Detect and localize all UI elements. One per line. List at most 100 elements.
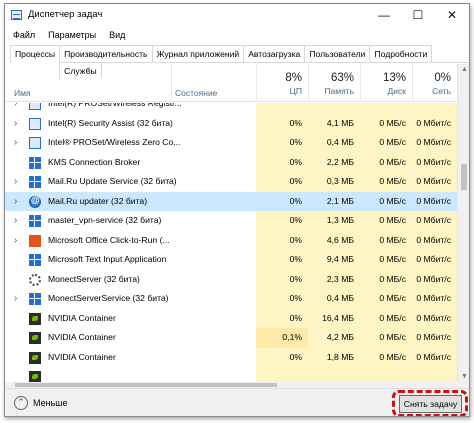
process-network: 0 Мбит/с — [412, 191, 457, 211]
column-network[interactable]: 0% Сеть — [412, 64, 457, 102]
process-row[interactable]: NVIDIA Container 0,1% 4,2 МБ 0 МБ/с 0 Мбит/с — [5, 328, 457, 348]
collapse-icon[interactable]: ⌃ — [14, 396, 28, 410]
expand-chevron-icon[interactable]: › — [14, 192, 17, 212]
process-name: Intel(R) Security Assist (32 бита) — [48, 117, 173, 128]
tab-app-history[interactable]: Журнал приложений — [151, 45, 245, 62]
process-memory: 1,3 МБ — [308, 211, 360, 231]
process-row[interactable]: NVIDIA Container 0% 16,4 МБ 0 МБ/с 0 Мбит/с — [5, 308, 457, 328]
process-disk: 0 МБ/с — [360, 133, 412, 153]
task-manager-window: Диспетчер задач — ☐ ✕ Файл Параметры Вид… — [4, 3, 470, 417]
process-network: 0 Мбит/с — [412, 113, 457, 133]
column-name[interactable]: Имя — [14, 88, 31, 98]
task-manager-icon — [11, 10, 22, 20]
process-row[interactable]: › MonectServerService (32 бита) 0% 0,4 МБ 0 … — [5, 289, 457, 309]
hscroll-thumb[interactable] — [15, 383, 277, 387]
process-disk: 0 МБ/с — [360, 328, 412, 348]
sort-up-icon: ⌃ — [85, 69, 93, 79]
minimize-button[interactable]: — — [367, 4, 401, 26]
process-row[interactable]: › master_vpn-service (32 бита) 0% 1,3 МБ 0 М… — [5, 211, 457, 231]
process-name: KMS Connection Broker — [48, 156, 141, 167]
footer-bar: ⌃ Меньше Снять задачу — [5, 388, 469, 416]
process-network — [412, 367, 457, 382]
expand-chevron-icon[interactable]: › — [14, 211, 17, 231]
column-cpu[interactable]: 8% ЦП — [256, 64, 308, 102]
process-network: 0 Мбит/с — [412, 308, 457, 328]
process-disk: 0 МБ/с — [360, 230, 412, 250]
process-row[interactable]: › Intel® PROSet/Wireless Zero Co... 0% 0,4 … — [5, 133, 457, 153]
process-network — [412, 103, 457, 114]
process-name: NVIDIA Container — [48, 312, 116, 323]
process-disk: 0 МБ/с — [360, 308, 412, 328]
vertical-scrollbar[interactable]: ▲ ▼ — [457, 64, 469, 382]
process-network: 0 Мбит/с — [412, 152, 457, 172]
process-cpu: 0% — [256, 230, 308, 250]
process-row[interactable]: Microsoft Text Input Application 0% 9,4 МБ… — [5, 250, 457, 270]
process-network: 0 Мбит/с — [412, 133, 457, 153]
process-cpu: 0% — [256, 211, 308, 231]
process-memory: 2,2 МБ — [308, 152, 360, 172]
column-status[interactable]: Состояние — [175, 88, 217, 98]
process-row[interactable]: › Mail.Ru updater (32 бита) 0%2,1 МБ0 МБ/с… — [5, 191, 457, 212]
process-memory: 16,4 МБ — [308, 308, 360, 328]
process-row[interactable]: MonectServer (32 бита) 0% 2,3 МБ 0 МБ/с 0 Мб… — [5, 269, 457, 289]
tab-performance[interactable]: Производительность — [59, 45, 153, 62]
menu-view[interactable]: Вид — [101, 28, 130, 40]
mail-icon — [29, 195, 41, 208]
tab-details[interactable]: Подробности — [369, 45, 433, 62]
column-memory[interactable]: 63% Память — [308, 64, 360, 102]
process-name: NVIDIA Container — [48, 332, 116, 342]
process-disk: 0 МБ/с — [360, 211, 412, 231]
expand-chevron-icon[interactable]: › — [14, 114, 17, 134]
tab-startup[interactable]: Автозагрузка — [243, 45, 306, 62]
blue-square-icon — [29, 103, 41, 110]
process-cpu — [256, 103, 308, 114]
process-list: › Intel(R) PROSet/Wireless Registr... › Int… — [5, 103, 457, 382]
menu-options[interactable]: Параметры — [40, 28, 101, 40]
process-row[interactable]: › Mail.Ru Update Service (32 бита) 0% 0,3 М… — [5, 172, 457, 192]
window-icon — [29, 215, 41, 227]
expand-chevron-icon[interactable]: › — [14, 133, 17, 153]
tab-processes[interactable]: Процессы — [10, 45, 61, 63]
column-header: ⌃ Имя Состояние 8% ЦП 63% Память 13% Дис… — [5, 64, 469, 102]
scroll-down-icon[interactable]: ▼ — [461, 373, 468, 380]
scroll-thumb[interactable] — [461, 164, 467, 190]
scroll-up-icon[interactable]: ▲ — [461, 66, 468, 73]
tab-strip: Процессы Производительность Журнал прило… — [10, 45, 469, 79]
expand-chevron-icon[interactable]: › — [14, 103, 17, 114]
window-icon — [29, 156, 41, 169]
fewer-details-link[interactable]: Меньше — [33, 398, 68, 408]
process-memory — [308, 367, 360, 382]
expand-chevron-icon[interactable]: › — [14, 231, 17, 251]
process-name: master_vpn-service (32 бита) — [48, 215, 162, 225]
process-name: Mail.Ru Update Service (32 бита) — [48, 176, 177, 186]
window-icon — [29, 176, 41, 188]
process-cpu: 0% — [256, 172, 308, 192]
menu-file[interactable]: Файл — [5, 28, 40, 40]
tab-users[interactable]: Пользователи — [304, 45, 371, 62]
process-memory: 0,4 МБ — [308, 289, 360, 309]
process-row[interactable]: › Microsoft Office Click-to-Run (... 0% 4,6… — [5, 230, 457, 251]
process-row[interactable]: NVIDIA Container 0% 1,8 МБ 0 МБ/с 0 Мбит/с — [5, 347, 457, 367]
nvidia-icon — [29, 332, 41, 344]
process-row[interactable]: KMS Connection Broker 0% 2,2 МБ 0 МБ/с 0 Мби… — [5, 152, 457, 172]
process-row[interactable]: › Intel(R) PROSet/Wireless Registr... — [5, 103, 457, 114]
maximize-button[interactable]: ☐ — [401, 4, 435, 26]
title-bar: Диспетчер задач — ☐ ✕ — [5, 4, 469, 26]
process-memory — [308, 103, 360, 114]
process-disk — [360, 367, 412, 382]
process-row[interactable] — [5, 367, 457, 382]
process-name: NVIDIA Container — [48, 351, 116, 362]
close-button[interactable]: ✕ — [435, 4, 469, 26]
process-network: 0 Мбит/с — [412, 269, 457, 289]
process-memory: 9,4 МБ — [308, 250, 360, 270]
memory-total: 63% — [330, 72, 354, 84]
column-disk[interactable]: 13% Диск — [360, 64, 412, 102]
window-title: Диспетчер задач — [28, 9, 103, 20]
expand-chevron-icon[interactable]: › — [14, 289, 17, 309]
process-disk: 0 МБ/с — [360, 250, 412, 270]
nvidia-icon — [29, 371, 41, 382]
cpu-total: 8% — [285, 72, 302, 84]
end-task-button[interactable]: Снять задачу — [399, 395, 462, 413]
expand-chevron-icon[interactable]: › — [14, 172, 17, 192]
process-row[interactable]: › Intel(R) Security Assist (32 бита) 0% 4,1… — [5, 113, 457, 134]
